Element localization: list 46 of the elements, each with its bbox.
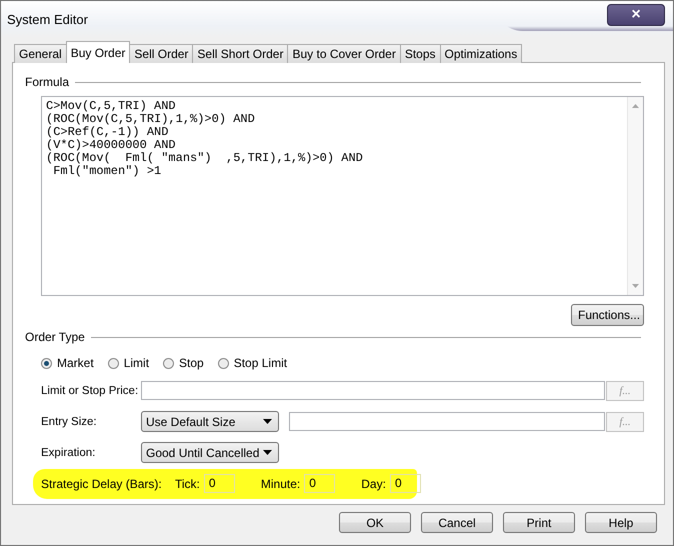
field-label: Entry Size: [41, 416, 98, 428]
tab[interactable]: Buy to Cover Order [287, 44, 401, 63]
field-label: Minute: [260, 476, 300, 490]
tab[interactable]: Sell Order [129, 44, 194, 63]
input-field[interactable]: 0 [204, 474, 235, 493]
radio-option[interactable]: Stop [163, 356, 204, 370]
field-label: Expiration: [41, 446, 96, 458]
tab[interactable]: Buy Order [66, 41, 130, 63]
radio-option[interactable]: Limit [108, 356, 150, 370]
dropdown[interactable]: Use Default Size [141, 411, 279, 432]
dropdown[interactable]: Good Until Cancelled [141, 442, 279, 463]
code-line: (C>Ref(C,-1)) AND [46, 126, 170, 139]
tab[interactable]: Sell Short Order [192, 44, 288, 63]
scrollbar[interactable] [627, 97, 643, 295]
input-field[interactable] [141, 381, 605, 400]
tab[interactable]: Optimizations [440, 44, 522, 63]
scroll-up-icon[interactable] [631, 103, 640, 109]
code-line: C>Mov(C,5,TRI) AND [46, 100, 177, 113]
dialog-button[interactable]: OK [339, 512, 411, 533]
code-line: (ROC(Mov(C,5,TRI),1,%)>0) AND [46, 113, 256, 126]
window-title: System Editor [7, 12, 88, 26]
code-line: (ROC(Mov( Fml( "mans") ,5,TRI),1,%)>0) AND [46, 152, 364, 165]
field-label: Limit or Stop Price: [41, 384, 140, 396]
code-line: (V*C)>40000000 AND [46, 139, 177, 152]
close-button[interactable]: × [607, 4, 665, 26]
section-label: Order Type [25, 330, 85, 344]
dialog-button[interactable]: Help [585, 512, 657, 533]
field-label: Tick: [175, 476, 200, 490]
caret-icon [263, 450, 272, 455]
caret-icon [263, 419, 272, 424]
functions-button[interactable]: Functions... [571, 304, 644, 326]
formula-editor[interactable]: C>Mov(C,5,TRI) AND (ROC(Mov(C,5,TRI),1,%)>0) AND (C>Ref(C,-1)) AND (V*C)>40000000 AND (ROC(Mov( Fml( "mans") ,5,TRI),1,%)>0) AND Fml("momen") >1 [41, 96, 644, 296]
tab[interactable]: General [14, 44, 67, 63]
field-label: Strategic Delay (Bars): [41, 476, 163, 490]
radio-option[interactable]: Market [41, 356, 94, 370]
input-field[interactable]: 0 [304, 474, 336, 493]
dialog-button[interactable]: Cancel [421, 512, 493, 533]
field-label: Day: [361, 476, 386, 490]
section-label: Formula [25, 75, 70, 89]
tab[interactable]: Stops [400, 44, 441, 63]
input-field[interactable]: 0 [390, 474, 421, 493]
radio-option[interactable]: Stop Limit [218, 356, 288, 370]
scroll-down-icon[interactable] [631, 283, 640, 289]
dialog-button[interactable]: Print [503, 512, 575, 533]
input-field[interactable] [289, 412, 605, 431]
code-line: Fml("momen") >1 [52, 165, 162, 178]
